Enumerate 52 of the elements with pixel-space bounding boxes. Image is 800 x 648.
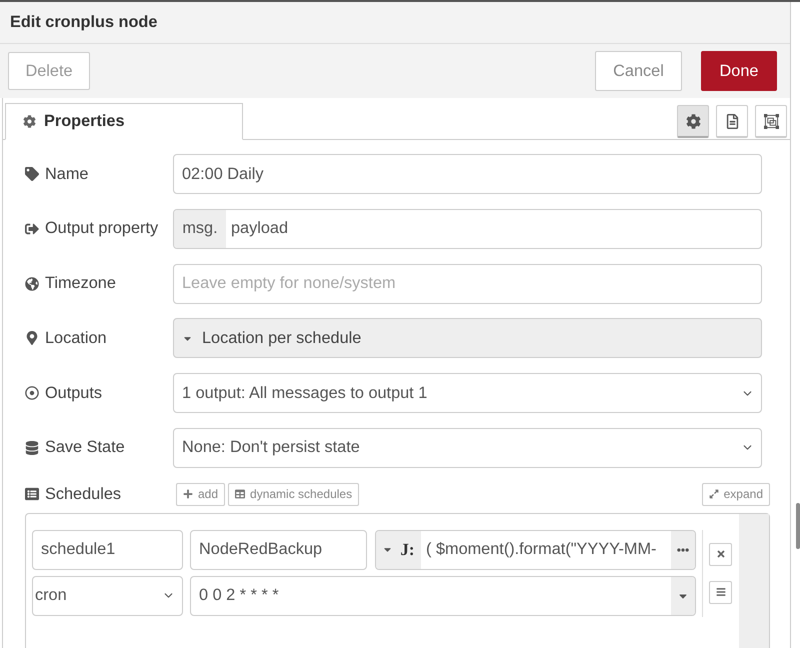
exit-arrow-icon [25, 222, 39, 236]
input-value: 0 0 2 * * * * [198, 586, 280, 606]
frame-icon [764, 114, 778, 128]
topic-input[interactable]: NodeRedBackup [190, 530, 367, 570]
more-button[interactable] [671, 530, 695, 569]
scrollbar-thumb[interactable] [796, 503, 800, 549]
input-value: payload [230, 219, 290, 238]
map-pin-icon [25, 331, 39, 346]
dynamic-schedules-button[interactable]: dynamic schedules [228, 482, 360, 506]
close-icon [716, 549, 726, 560]
field-label: Save State [45, 438, 125, 458]
payload-input[interactable]: J: ( $moment().format("YYYY-MM- [375, 530, 696, 570]
typed-input[interactable]: msg. payload [173, 208, 762, 249]
schedule-name-input[interactable]: schedule1 [32, 530, 183, 570]
schedule-type-select[interactable]: cron [32, 576, 183, 616]
plus-icon [183, 489, 193, 500]
text-input[interactable]: 02:00 Daily [173, 154, 762, 194]
done-button[interactable]: Done [701, 51, 777, 91]
select-dropdown[interactable]: 1 output: All messages to output 1 [173, 373, 762, 414]
menu-icon [716, 587, 726, 598]
tag-icon [25, 167, 39, 181]
select-dropdown[interactable]: None: Don't persist state [173, 428, 762, 468]
input-value: ( $moment().format("YYYY-MM- [425, 540, 658, 560]
appearance-tab[interactable] [755, 105, 787, 138]
field-label: Timezone [45, 274, 116, 294]
expand-button[interactable]: expand [702, 482, 770, 506]
expand-icon [708, 489, 719, 500]
field-label: Outputs [45, 384, 102, 403]
field-label: Location [45, 328, 107, 348]
type-selector-button[interactable]: msg. [174, 210, 226, 248]
database-icon [25, 440, 39, 455]
type-selector-button[interactable]: J: [376, 530, 421, 569]
field-label: Schedules [45, 484, 122, 504]
add-button[interactable]: add [176, 482, 226, 506]
description-tab[interactable] [716, 105, 748, 138]
dropdown-button[interactable]: Location per schedule [173, 318, 762, 358]
dropdown-toggle-button[interactable] [671, 576, 695, 615]
list-icon [25, 487, 39, 502]
remove-row-button[interactable] [709, 542, 732, 566]
globe-icon [25, 276, 39, 291]
cancel-button[interactable]: Cancel [595, 51, 682, 91]
window-title: Edit cronplus node [10, 13, 158, 32]
table-icon [235, 489, 246, 500]
settings-tab[interactable] [677, 105, 709, 138]
settings-icon [23, 115, 36, 128]
field-label: Output property [45, 219, 158, 238]
settings-icon [686, 114, 700, 128]
tab[interactable]: Properties [5, 103, 243, 140]
field-label: Name [45, 164, 88, 184]
document-icon [724, 114, 740, 128]
cron-expression-input[interactable]: 0 0 2 * * * * [190, 576, 696, 616]
drag-handle-button[interactable] [709, 580, 732, 604]
